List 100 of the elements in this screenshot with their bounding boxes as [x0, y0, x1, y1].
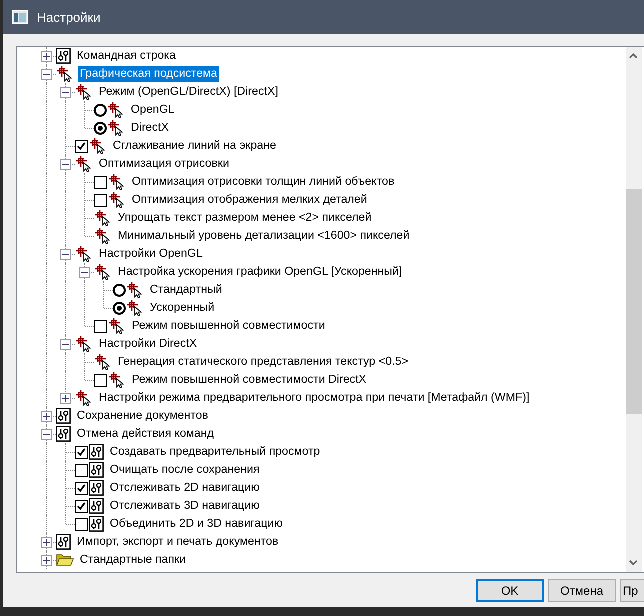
- collapse-button[interactable]: [60, 339, 71, 350]
- tree-item-label[interactable]: Отмена действия команд: [75, 426, 216, 442]
- tree-item-label[interactable]: Ускоренный: [148, 300, 217, 316]
- crosshair-cursor-icon: [56, 65, 74, 83]
- crosshair-cursor-icon: [94, 227, 112, 245]
- plus-icon: [43, 539, 50, 546]
- crosshair-cursor-icon: [108, 191, 126, 209]
- collapse-button[interactable]: [60, 87, 71, 98]
- crosshair-cursor-icon: [75, 335, 93, 353]
- plus-icon: [62, 395, 69, 402]
- plus-icon: [43, 413, 50, 420]
- vertical-scrollbar[interactable]: [626, 47, 644, 572]
- crosshair-cursor-icon: [126, 299, 144, 317]
- minus-icon: [43, 71, 50, 78]
- tree-item-label[interactable]: DirectX: [129, 120, 172, 136]
- sliders-icon: [89, 516, 104, 532]
- tree-item-label[interactable]: Настройки режима предварительного просмотра при печати [Метафайл (WMF)]: [97, 390, 532, 406]
- checkbox[interactable]: [75, 500, 88, 512]
- tree-item-label[interactable]: Оптимизация отображения мелких деталей: [130, 192, 370, 208]
- checkbox[interactable]: [94, 374, 107, 386]
- crosshair-cursor-icon: [94, 263, 112, 281]
- folder-icon: [56, 553, 74, 567]
- collapse-button[interactable]: [79, 267, 90, 278]
- checkbox[interactable]: [75, 518, 88, 530]
- minus-icon: [62, 341, 69, 348]
- crosshair-cursor-icon: [75, 245, 93, 263]
- sliders-icon: [56, 408, 71, 424]
- tree-item-label[interactable]: Оптимизация отрисовки толщин линий объектов: [130, 174, 397, 190]
- sliders-icon: [89, 462, 104, 478]
- dialog-button[interactable]: Отмена: [548, 579, 616, 602]
- minus-icon: [43, 431, 50, 438]
- tree-item-label[interactable]: Стандартный: [148, 282, 224, 298]
- tree-item-label[interactable]: Создавать предварительный просмотр: [108, 444, 322, 460]
- radio-button[interactable]: [94, 122, 107, 134]
- scroll-up-icon[interactable]: [629, 53, 638, 59]
- sliders-icon: [56, 534, 71, 550]
- tree-item-label[interactable]: Настройки OpenGL: [97, 246, 205, 262]
- tree-item-label[interactable]: Режим повышенной совместимости DirectX: [130, 372, 369, 388]
- tree-item-label[interactable]: Минимальный уровень детализации <1600> пикселей: [116, 228, 412, 244]
- crosshair-cursor-icon: [108, 173, 126, 191]
- checkbox[interactable]: [94, 194, 107, 206]
- crosshair-cursor-icon: [108, 371, 126, 389]
- scroll-down-icon[interactable]: [629, 560, 638, 566]
- tree-item-label[interactable]: Очищать после сохранения: [108, 462, 262, 478]
- crosshair-cursor-icon: [126, 281, 144, 299]
- crosshair-cursor-icon: [107, 101, 125, 119]
- window-title: Настройки: [37, 10, 101, 24]
- tree-item-label[interactable]: Настройка ускорения графики OpenGL [Ускоренный]: [116, 264, 404, 280]
- tree-item-label[interactable]: Отслеживать 3D навигацию: [108, 498, 262, 514]
- tree-item-label[interactable]: Объединить 2D и 3D навигацию: [108, 516, 285, 532]
- dialog-button[interactable]: Пр: [620, 579, 644, 602]
- collapse-button[interactable]: [60, 249, 71, 260]
- expand-button[interactable]: [41, 537, 52, 548]
- minus-icon: [81, 269, 88, 276]
- crosshair-cursor-icon: [94, 209, 112, 227]
- tree-item-label[interactable]: Сглаживание линий на экране: [111, 138, 278, 154]
- crosshair-cursor-icon: [108, 317, 126, 335]
- expand-button[interactable]: [41, 555, 52, 566]
- expand-button[interactable]: [41, 51, 52, 62]
- radio-button[interactable]: [113, 284, 126, 296]
- crosshair-cursor-icon: [89, 137, 107, 155]
- plus-icon: [43, 53, 50, 60]
- tree-item-label[interactable]: Сохранение документов: [75, 408, 210, 424]
- checkbox[interactable]: [75, 140, 88, 152]
- tree-item-label[interactable]: Режим (OpenGL/DirectX) [DirectX]: [97, 84, 280, 100]
- tree-item-label[interactable]: Импорт, экспорт и печать документов: [75, 534, 281, 550]
- radio-button[interactable]: [94, 104, 107, 116]
- checkbox[interactable]: [94, 176, 107, 188]
- radio-button[interactable]: [113, 302, 126, 314]
- expand-button[interactable]: [60, 393, 71, 404]
- expand-button[interactable]: [41, 411, 52, 422]
- minus-icon: [62, 161, 69, 168]
- dialog-button[interactable]: OK: [476, 579, 544, 602]
- minus-icon: [62, 251, 69, 258]
- crosshair-cursor-icon: [94, 353, 112, 371]
- tree-item-label[interactable]: Командная строка: [75, 48, 178, 64]
- collapse-button[interactable]: [41, 69, 52, 80]
- tree-item-label[interactable]: Режим повышенной совместимости: [130, 318, 328, 334]
- plus-icon: [43, 557, 50, 564]
- tree-item-label[interactable]: Оптимизация отрисовки: [97, 156, 232, 172]
- sliders-icon: [89, 444, 104, 460]
- tree-item-label[interactable]: Стандартные папки: [78, 552, 188, 568]
- checkbox[interactable]: [75, 464, 88, 476]
- tree-item-label[interactable]: Упрощать текст размером менее <2> пикселей: [116, 210, 374, 226]
- sliders-icon: [89, 498, 104, 514]
- tree-item-label[interactable]: Генерация статического представления текстур <0.5>: [116, 354, 410, 370]
- collapse-button[interactable]: [60, 159, 71, 170]
- tree-item-label[interactable]: OpenGL: [129, 102, 177, 118]
- collapse-button[interactable]: [41, 429, 52, 440]
- checkbox[interactable]: [75, 482, 88, 494]
- sliders-icon: [56, 426, 71, 442]
- tree-item-label[interactable]: Отслеживать 2D навигацию: [108, 480, 262, 496]
- tree-item-label[interactable]: Настройки DirectX: [97, 336, 200, 352]
- tree-item-label[interactable]: Графическая подсистема: [78, 66, 220, 82]
- checkbox[interactable]: [94, 320, 107, 332]
- scrollbar-thumb[interactable]: [626, 189, 642, 414]
- crosshair-cursor-icon: [75, 389, 93, 407]
- checkbox[interactable]: [75, 446, 88, 458]
- window-icon: [12, 10, 28, 24]
- crosshair-cursor-icon: [107, 119, 125, 137]
